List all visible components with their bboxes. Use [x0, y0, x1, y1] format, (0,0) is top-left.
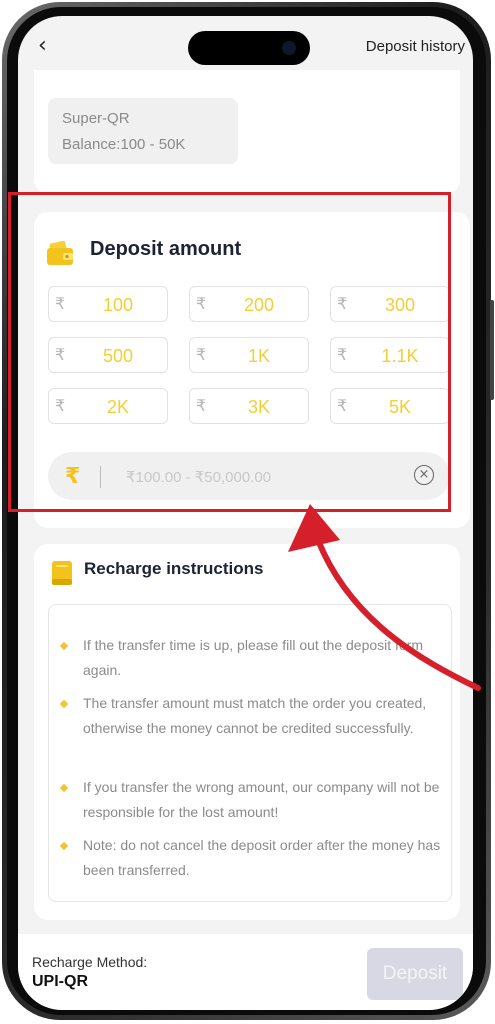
- list-item: If you transfer the wrong amount, our co…: [59, 779, 441, 825]
- amount-option-200[interactable]: ₹ 200: [189, 286, 309, 322]
- bullet-icon: [59, 699, 69, 709]
- book-icon: [52, 561, 72, 585]
- amount-input[interactable]: [124, 462, 378, 492]
- amount-value: 3K: [247, 397, 271, 417]
- amount-value: 300: [384, 295, 416, 315]
- channel-tile-super-qr[interactable]: Super-QR Balance:100 - 50K: [48, 98, 238, 164]
- amount-value: 5K: [388, 397, 412, 417]
- custom-amount-field: ₹ ×: [48, 452, 450, 500]
- amount-value: 1.1K: [381, 346, 419, 366]
- rupee-icon: ₹: [65, 464, 81, 489]
- amount-option-300[interactable]: ₹ 300: [330, 286, 450, 322]
- amount-option-1k[interactable]: ₹ 1K: [189, 337, 309, 373]
- amount-option-2k[interactable]: ₹ 2K: [48, 388, 168, 424]
- rupee-icon: ₹: [55, 398, 66, 415]
- rupee-icon: ₹: [337, 347, 348, 364]
- rupee-icon: ₹: [337, 398, 348, 415]
- deposit-history-link[interactable]: Deposit history: [366, 38, 465, 55]
- amount-option-3k[interactable]: ₹ 3K: [189, 388, 309, 424]
- wallet-icon: [47, 240, 73, 265]
- deposit-amount-title: Deposit amount: [90, 238, 242, 260]
- instruction-text: If you transfer the wrong amount, our co…: [83, 779, 440, 820]
- amount-value: 1K: [247, 346, 271, 366]
- list-item: Note: do not cancel the deposit order af…: [59, 837, 441, 883]
- rupee-icon: ₹: [337, 296, 348, 313]
- rupee-icon: ₹: [55, 296, 66, 313]
- instruction-text: The transfer amount must match the order…: [83, 695, 427, 736]
- amount-option-1.1k[interactable]: ₹ 1.1K: [330, 337, 450, 373]
- amount-option-100[interactable]: ₹ 100: [48, 286, 168, 322]
- instructions-list: If the transfer time is up, please fill …: [48, 604, 452, 902]
- amount-value: 500: [102, 346, 134, 366]
- instruction-text: Note: do not cancel the deposit order af…: [83, 837, 441, 878]
- channel-balance: Balance:100 - 50K: [62, 136, 186, 153]
- camera-icon: [282, 41, 296, 55]
- input-divider: [100, 466, 101, 488]
- bullet-icon: [59, 841, 69, 851]
- app-screen: ‹ Deposit history Super-QR Balance:100 -…: [18, 16, 473, 1010]
- channel-card: Super-QR Balance:100 - 50K: [34, 70, 460, 194]
- dynamic-island: [188, 31, 310, 65]
- rupee-icon: ₹: [196, 296, 207, 313]
- list-item: The transfer amount must match the order…: [59, 695, 441, 741]
- recharge-instructions-title: Recharge instructions: [84, 559, 264, 578]
- amount-value: 100: [102, 295, 134, 315]
- amount-option-500[interactable]: ₹ 500: [48, 337, 168, 373]
- amount-option-5k[interactable]: ₹ 5K: [330, 388, 450, 424]
- deposit-button[interactable]: Deposit: [367, 948, 463, 1000]
- amount-value: 200: [243, 295, 275, 315]
- channel-name: Super-QR: [62, 110, 130, 127]
- clear-icon[interactable]: ×: [414, 465, 434, 485]
- bottom-bar: Recharge Method: UPI-QR Deposit: [18, 934, 473, 1010]
- phone-side-button: [490, 300, 494, 400]
- bullet-icon: [59, 641, 69, 651]
- rupee-icon: ₹: [55, 347, 66, 364]
- back-icon[interactable]: ‹: [38, 34, 47, 58]
- rupee-icon: ₹: [196, 347, 207, 364]
- list-item: If the transfer time is up, please fill …: [59, 637, 441, 683]
- amount-value: 2K: [106, 397, 130, 417]
- bullet-icon: [59, 783, 69, 793]
- recharge-method-value: UPI-QR: [32, 973, 88, 990]
- recharge-method-label: Recharge Method:: [32, 954, 148, 970]
- rupee-icon: ₹: [196, 398, 207, 415]
- instruction-text: If the transfer time is up, please fill …: [83, 637, 424, 678]
